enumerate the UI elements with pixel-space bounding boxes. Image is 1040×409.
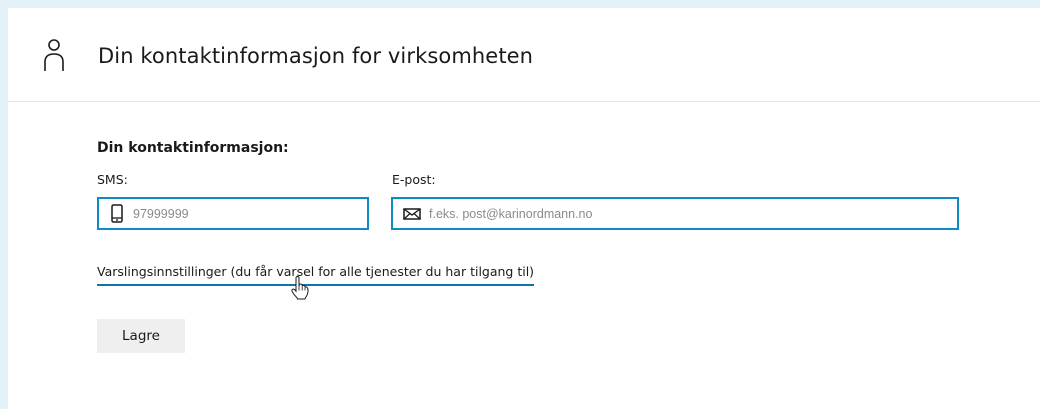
email-input[interactable] [429,206,957,221]
envelope-icon [403,207,421,220]
hand-pointer-cursor-icon [291,276,309,300]
page-title: Din kontaktinformasjon for virksomheten [98,44,534,68]
sms-label: SMS: [97,172,128,187]
notification-settings-link[interactable]: Varslingsinnstillinger (du får varsel fo… [97,264,535,286]
save-button[interactable]: Lagre [97,319,185,353]
email-label: E-post: [392,172,436,187]
mobile-phone-icon [111,204,123,223]
sms-input[interactable] [133,206,367,221]
sms-field[interactable] [97,197,369,230]
contact-info-heading: Din kontaktinformasjon: [97,140,289,156]
person-icon [44,39,64,71]
email-field[interactable] [391,197,959,230]
page-header: Din kontaktinformasjon for virksomheten [8,8,1040,102]
